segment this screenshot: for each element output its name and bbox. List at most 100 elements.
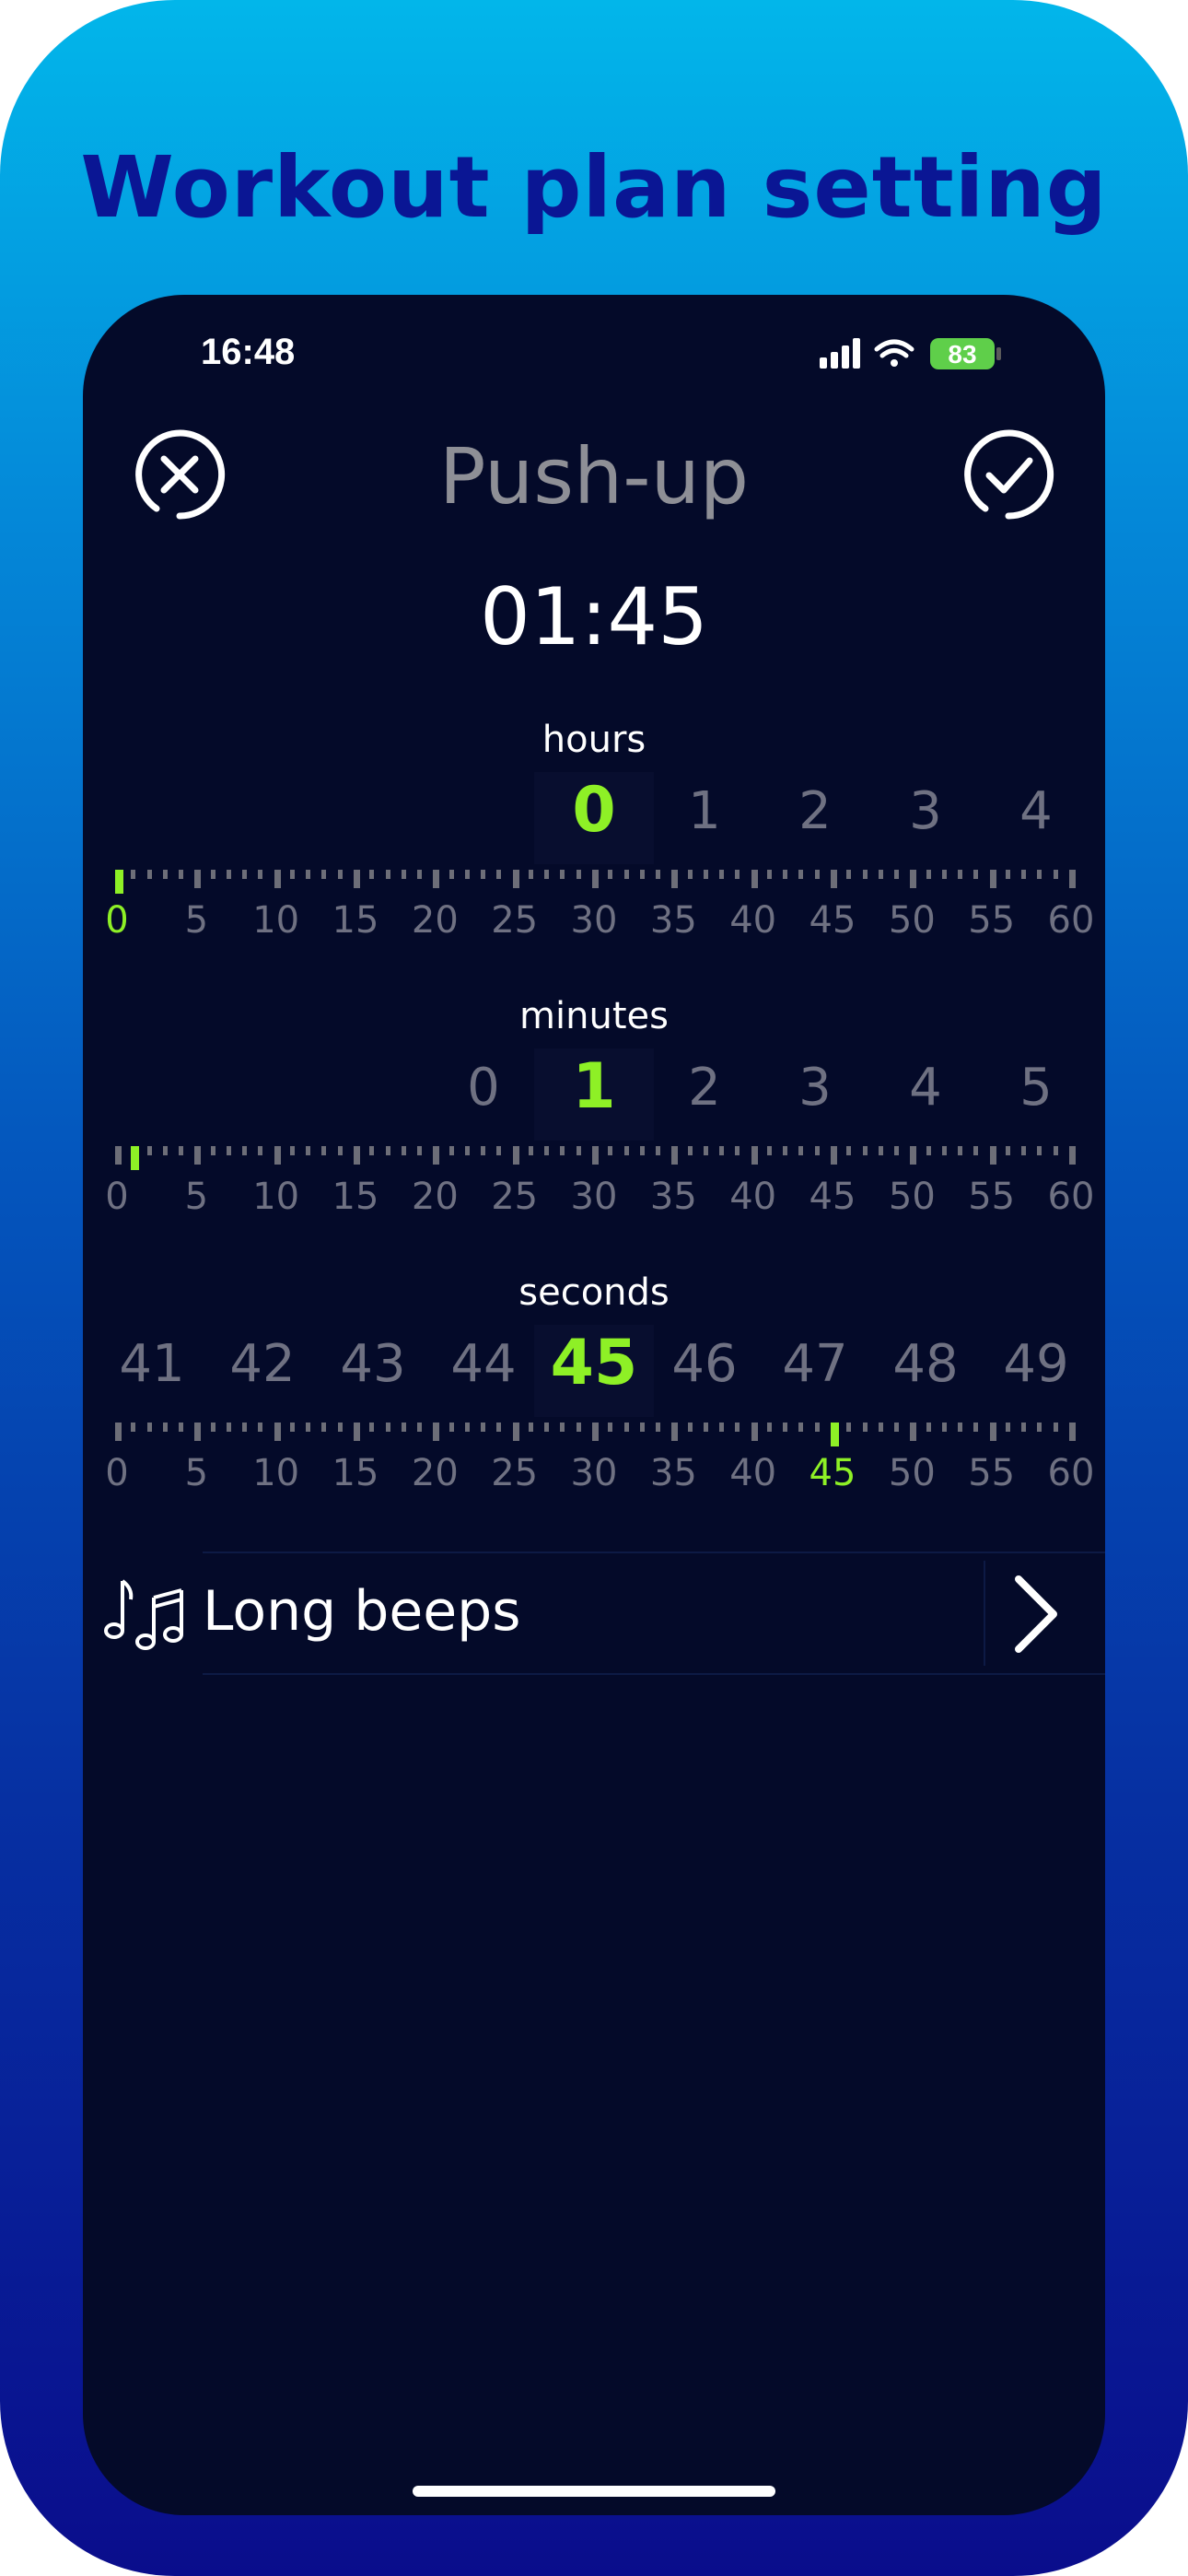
sound-label: Long beeps <box>203 1579 521 1644</box>
ruler-tick <box>433 870 440 888</box>
chevron-right-icon[interactable] <box>995 1570 1077 1658</box>
ruler-tick <box>958 1146 963 1155</box>
battery-level: 83 <box>948 340 976 369</box>
ruler-tick <box>926 1423 931 1432</box>
ruler-tick <box>162 1146 168 1155</box>
ruler-tick <box>242 1146 248 1155</box>
picker-selected-value[interactable]: 45 <box>548 1327 640 1399</box>
ruler-tick <box>146 1423 152 1432</box>
picker-option[interactable]: 4 <box>990 781 1082 841</box>
ruler-tick <box>639 870 645 879</box>
ruler-tick-label: 45 <box>809 1452 856 1494</box>
ruler-tick <box>417 1146 423 1155</box>
ruler-tick <box>274 1146 281 1165</box>
ruler-tick-label: 10 <box>252 1176 300 1218</box>
ruler-tick <box>194 870 202 888</box>
ruler-tick <box>703 1146 708 1155</box>
ruler-tick <box>687 870 693 879</box>
picker-option[interactable]: 41 <box>106 1334 198 1394</box>
ruler-tick <box>941 1146 947 1155</box>
ruler-tick <box>623 870 629 879</box>
sound-setting-row[interactable]: Long beeps <box>83 1551 1105 1675</box>
ruler-tick <box>894 1146 900 1155</box>
ruler-tick <box>274 1423 281 1441</box>
ruler-tick <box>656 1146 661 1155</box>
picker-option[interactable]: 47 <box>769 1334 861 1394</box>
picker-ruler-minutes[interactable]: 0 5 10 15 20 25 30 35 40 45 50 55 60 <box>83 1146 1105 1229</box>
ruler-tick <box>1037 1423 1042 1432</box>
ruler-tick <box>592 870 599 888</box>
picker-option[interactable]: 4 <box>879 1058 972 1118</box>
ruler-tick <box>1021 870 1027 879</box>
picker-option[interactable]: 2 <box>658 1058 751 1118</box>
ruler-tick <box>289 1146 295 1155</box>
picker-selected-value[interactable]: 1 <box>548 1050 640 1123</box>
ruler-tick-label: 35 <box>649 1452 697 1494</box>
ruler-tick <box>385 870 390 879</box>
ruler-tick <box>321 870 327 879</box>
ruler-tick <box>448 1423 454 1432</box>
ruler-tick <box>592 1423 599 1441</box>
picker-ruler-seconds[interactable]: 0 5 10 15 20 25 30 35 40 45 50 55 60 <box>83 1423 1105 1505</box>
picker-option[interactable]: 43 <box>327 1334 419 1394</box>
picker-wheel-seconds[interactable]: 41 42 43 44 45 46 47 48 49 <box>83 1327 1105 1408</box>
ruler-tick <box>194 1146 202 1165</box>
picker-option[interactable]: 0 <box>437 1058 530 1118</box>
ruler-tick <box>560 1146 565 1155</box>
promo-title: Workout plan setting <box>80 138 1108 237</box>
exercise-title: Push-up <box>438 431 750 521</box>
ruler-tick-label: 45 <box>809 1176 856 1218</box>
picker-option[interactable]: 2 <box>769 781 861 841</box>
picker-option[interactable]: 49 <box>990 1334 1082 1394</box>
picker-option[interactable]: 3 <box>879 781 972 841</box>
ruler-tick <box>464 1423 470 1432</box>
picker-option[interactable]: 42 <box>216 1334 309 1394</box>
ruler-tick <box>354 870 360 888</box>
ruler-tick <box>878 1423 883 1432</box>
ruler-tick <box>496 1146 502 1155</box>
ruler-tick <box>1069 870 1076 888</box>
ruler-tick <box>973 1423 979 1432</box>
picker-option[interactable]: 1 <box>658 781 751 841</box>
picker-option[interactable]: 48 <box>879 1334 972 1394</box>
ruler-tick <box>321 1423 327 1432</box>
ruler-tick <box>448 870 454 879</box>
ruler-tick <box>481 1146 486 1155</box>
picker-option[interactable]: 46 <box>658 1334 751 1394</box>
ruler-tick <box>703 1423 708 1432</box>
ruler-tick <box>719 1146 725 1155</box>
ruler-tick <box>1037 870 1042 879</box>
picker-label-seconds: seconds <box>518 1271 670 1314</box>
confirm-button[interactable] <box>958 424 1059 525</box>
ruler-tick <box>337 1423 343 1432</box>
ruler-tick <box>1005 1146 1010 1155</box>
ruler-tick-label: 5 <box>184 1176 209 1218</box>
picker-option[interactable]: 3 <box>769 1058 861 1118</box>
music-notes-icon <box>104 1579 183 1650</box>
ruler-tick <box>608 1146 613 1155</box>
ruler-tick <box>385 1146 390 1155</box>
picker-label-hours: hours <box>542 719 646 761</box>
ruler-tick <box>544 870 550 879</box>
picker-wheel-hours[interactable]: 01234 <box>83 774 1105 855</box>
ruler-tick-label: 10 <box>252 899 300 942</box>
ruler-tick <box>894 870 900 879</box>
ruler-tick-label: 35 <box>649 1176 697 1218</box>
ruler-tick <box>735 1146 740 1155</box>
ruler-tick <box>576 1423 581 1432</box>
ruler-tick <box>210 1423 215 1432</box>
ruler-tick <box>528 1423 533 1432</box>
ruler-tick <box>623 1146 629 1155</box>
picker-option[interactable]: 44 <box>437 1334 530 1394</box>
ruler-tick-label: 40 <box>729 1452 777 1494</box>
ruler-tick <box>306 1423 311 1432</box>
ruler-tick <box>179 1423 184 1432</box>
picker-selected-value[interactable]: 0 <box>548 774 640 847</box>
picker-wheel-minutes[interactable]: 012345 <box>83 1050 1105 1131</box>
ruler-tick <box>1005 870 1010 879</box>
ruler-tick <box>306 1146 311 1155</box>
picker-ruler-hours[interactable]: 0 5 10 15 20 25 30 35 40 45 50 55 60 <box>83 870 1105 953</box>
ruler-tick <box>798 870 804 879</box>
home-indicator <box>413 2486 775 2497</box>
picker-option[interactable]: 5 <box>990 1058 1082 1118</box>
